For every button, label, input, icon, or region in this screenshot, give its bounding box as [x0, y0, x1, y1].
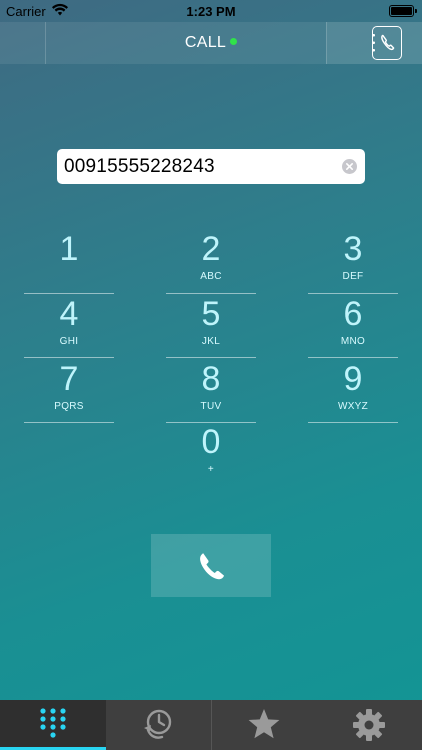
- key-letters: JKL: [201, 336, 221, 347]
- nav-right-area: [326, 22, 422, 64]
- key-digit: 3: [343, 230, 363, 268]
- tab-recents[interactable]: [106, 700, 212, 750]
- key-digit: 8: [201, 360, 221, 398]
- key-0[interactable]: 0 +: [166, 412, 256, 477]
- call-button[interactable]: [151, 534, 271, 597]
- key-digit: 9: [343, 360, 363, 398]
- key-digit: 2: [201, 230, 221, 268]
- key-divider: [24, 422, 114, 423]
- recents-icon: [144, 709, 172, 739]
- battery-icon: [389, 5, 417, 17]
- key-letters: +: [207, 464, 215, 475]
- key-digit: 7: [59, 360, 79, 398]
- key-9[interactable]: 9 WXYZ: [308, 349, 398, 414]
- key-letters: DEF: [342, 271, 364, 282]
- phone-icon: [200, 553, 224, 580]
- key-digit: 0: [201, 423, 221, 461]
- key-letters: PQRS: [54, 401, 84, 412]
- key-letters: MNO: [340, 336, 366, 347]
- key-1[interactable]: 1: [24, 219, 114, 284]
- star-icon: [248, 709, 280, 739]
- nav-bar: CALL: [0, 22, 422, 64]
- key-digit: 1: [59, 230, 79, 268]
- tab-settings[interactable]: [317, 700, 422, 750]
- key-5[interactable]: 5 JKL: [166, 284, 256, 349]
- key-digit: 4: [59, 295, 79, 333]
- clear-x-icon: [346, 163, 353, 170]
- gear-icon: [353, 709, 386, 741]
- status-time: 1:23 PM: [186, 4, 236, 19]
- key-3[interactable]: 3 DEF: [308, 219, 398, 284]
- clear-input-button[interactable]: [342, 159, 357, 174]
- key-letters: WXYZ: [337, 401, 369, 412]
- status-bar: Carrier 1:23 PM: [0, 0, 422, 22]
- key-letters: ABC: [200, 271, 222, 282]
- tab-bar: [0, 700, 422, 750]
- key-letters: GHI: [59, 336, 79, 347]
- key-divider: [308, 422, 398, 423]
- key-digit: 5: [201, 295, 221, 333]
- key-2[interactable]: 2 ABC: [166, 219, 256, 284]
- phone-number-field[interactable]: 00915555228243: [57, 149, 365, 184]
- page-title-text: CALL: [184, 34, 227, 51]
- key-digit: 6: [343, 295, 363, 333]
- key-8[interactable]: 8 TUV: [166, 349, 256, 414]
- contacts-phone-icon: [371, 33, 394, 51]
- phone-number-value: 00915555228243: [64, 156, 215, 177]
- key-4[interactable]: 4 GHI: [24, 284, 114, 349]
- online-status-dot: [230, 38, 238, 45]
- keypad-icon: [40, 708, 66, 738]
- tab-keypad[interactable]: [0, 700, 106, 750]
- tab-favorites[interactable]: [211, 700, 317, 750]
- contacts-button[interactable]: [371, 26, 402, 60]
- key-6[interactable]: 6 MNO: [308, 284, 398, 349]
- key-7[interactable]: 7 PQRS: [24, 349, 114, 414]
- key-letters: TUV: [200, 401, 222, 412]
